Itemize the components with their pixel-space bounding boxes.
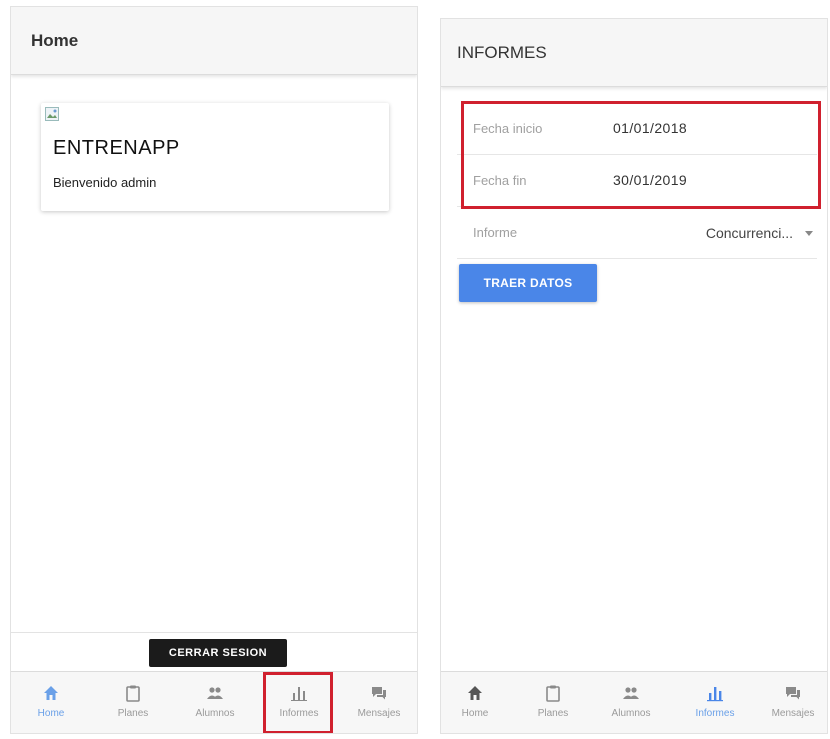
people-icon	[623, 687, 639, 699]
people-icon	[207, 687, 223, 699]
tab-mensajes[interactable]: Mensajes	[341, 672, 417, 733]
tab-bar: Home Planes Alumnos Informes Mensajes	[441, 671, 827, 733]
tab-planes[interactable]: Planes	[515, 672, 591, 733]
tab-alumnos[interactable]: Alumnos	[177, 672, 253, 733]
broken-image-icon	[45, 107, 59, 121]
tab-label: Planes	[537, 708, 569, 719]
home-icon	[468, 686, 482, 700]
tab-label: Home	[461, 708, 489, 719]
logout-button[interactable]: CERRAR SESION	[149, 639, 287, 667]
bar-chart-icon	[707, 687, 723, 702]
tab-home[interactable]: Home	[13, 672, 89, 733]
tab-label: Alumnos	[195, 708, 235, 719]
tab-informes[interactable]: Informes	[677, 672, 753, 733]
tab-alumnos[interactable]: Alumnos	[593, 672, 669, 733]
home-screen: Home ENTRENAPP Bienvenido admin CERRAR S…	[10, 6, 418, 734]
clipboard-icon	[546, 685, 560, 702]
highlight-box	[461, 101, 821, 209]
chevron-down-icon[interactable]	[805, 231, 813, 236]
tab-label: Mensajes	[771, 708, 815, 719]
informe-label: Informe	[473, 225, 518, 240]
tab-label: Mensajes	[357, 708, 401, 719]
chat-icon	[372, 687, 386, 700]
traer-datos-button[interactable]: TRAER DATOS	[459, 264, 597, 302]
tab-label: Planes	[117, 708, 149, 719]
page-title: Home	[31, 31, 79, 50]
tab-label: Informes	[695, 708, 735, 719]
informe-select[interactable]: Informe Concurrenci...	[457, 207, 817, 259]
logout-bar: CERRAR SESION	[11, 632, 417, 672]
tab-label: Alumnos	[611, 708, 651, 719]
informes-header: INFORMES	[441, 19, 827, 87]
tab-home[interactable]: Home	[441, 672, 513, 733]
informes-screen: INFORMES Fecha inicio 01/01/2018 Fecha f…	[440, 18, 828, 734]
clipboard-icon	[126, 685, 140, 702]
tab-planes[interactable]: Planes	[95, 672, 171, 733]
card-subtitle: Bienvenido admin	[53, 175, 157, 190]
tab-mensajes[interactable]: Mensajes	[755, 672, 827, 733]
home-header: Home	[11, 7, 417, 75]
card-title: ENTRENAPP	[53, 137, 180, 159]
tab-bar: Home Planes Alumnos Informes Mensajes	[11, 671, 417, 733]
page-title: INFORMES	[457, 43, 547, 62]
welcome-card: ENTRENAPP Bienvenido admin	[41, 103, 389, 211]
home-icon	[44, 686, 58, 700]
chat-icon	[786, 687, 800, 700]
highlight-box	[263, 672, 333, 733]
tab-label: Home	[37, 708, 65, 719]
informe-selected-value[interactable]: Concurrenci...	[706, 225, 793, 241]
